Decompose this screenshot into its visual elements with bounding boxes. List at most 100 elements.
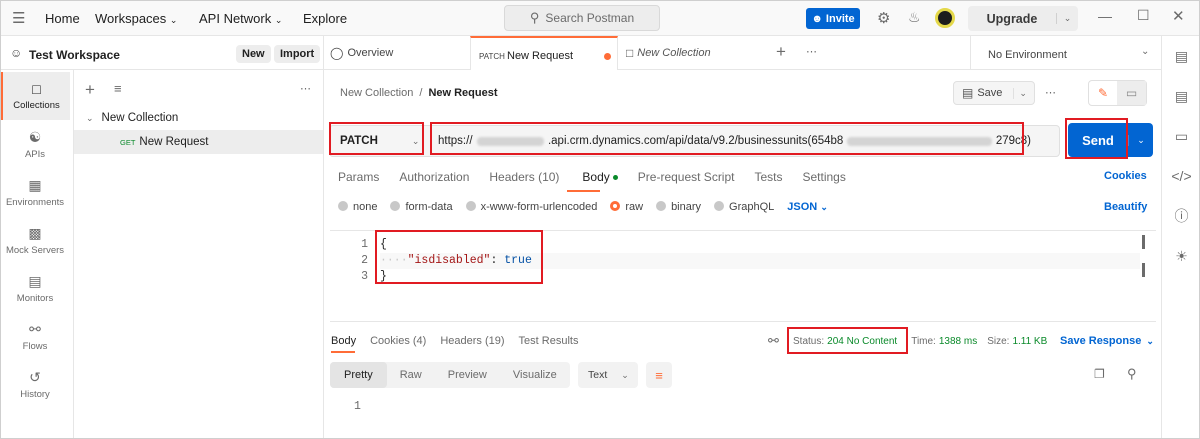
- view-toggle[interactable]: ✎ ▭: [1088, 80, 1147, 106]
- tab-params[interactable]: Params: [338, 170, 379, 184]
- add-tab-icon[interactable]: +: [776, 42, 786, 62]
- size-value[interactable]: 1.11 KB: [1012, 336, 1047, 347]
- view-mode-visualize[interactable]: Visualize: [500, 369, 570, 381]
- code-icon[interactable]: </>: [1162, 156, 1200, 196]
- nav-home[interactable]: Home: [45, 11, 80, 26]
- environment-select[interactable]: No Environment ⌄: [970, 36, 1161, 70]
- save-response-button[interactable]: Save Response ⌄: [1060, 335, 1154, 347]
- sidebar-item-collections[interactable]: □ Collections: [0, 72, 70, 120]
- tree-collection-item[interactable]: ⌄ New Collection: [86, 112, 178, 124]
- tab-settings[interactable]: Settings: [803, 170, 846, 184]
- text-format-select[interactable]: Text ⌄: [578, 362, 638, 388]
- copy-icon[interactable]: ❐: [1094, 367, 1105, 381]
- network-globe-icon[interactable]: ⚯: [768, 333, 779, 349]
- body-mode-none[interactable]: none: [338, 201, 377, 213]
- request-tabs: Params Authorization Headers (10) Body P…: [338, 170, 846, 184]
- response-tabs: Body Cookies (4) Headers (19) Test Resul…: [331, 335, 578, 347]
- body-mode-urlencoded[interactable]: x-www-form-urlencoded: [465, 201, 597, 213]
- nav-explore[interactable]: Explore: [303, 11, 347, 26]
- wrap-lines-icon[interactable]: ≡: [646, 362, 672, 388]
- import-button[interactable]: Import: [274, 45, 321, 63]
- view-mode-raw[interactable]: Raw: [387, 369, 435, 381]
- annotation-box-method: [329, 122, 424, 155]
- sidebar-item-label: Collections: [13, 100, 60, 111]
- add-collection-icon[interactable]: +: [85, 80, 95, 100]
- beautify-link[interactable]: Beautify: [1104, 201, 1147, 213]
- annotation-box-status: [787, 327, 908, 354]
- tab-authorization[interactable]: Authorization: [399, 170, 469, 184]
- notification-bell-icon[interactable]: ♨: [908, 9, 921, 26]
- more-options-icon[interactable]: ⋯: [1045, 86, 1056, 99]
- breadcrumb-request[interactable]: New Request: [428, 87, 497, 99]
- workspace-name[interactable]: Test Workspace: [29, 48, 120, 62]
- chevron-down-icon[interactable]: ⌄: [1056, 13, 1078, 24]
- filter-icon[interactable]: ≡: [114, 81, 122, 96]
- apis-icon: ☯: [28, 128, 42, 145]
- view-mode-pretty[interactable]: Pretty: [330, 362, 387, 388]
- body-mode-form-data[interactable]: form-data: [390, 201, 453, 213]
- body-mode-raw[interactable]: raw: [610, 201, 643, 213]
- comment-icon[interactable]: ▭: [1117, 81, 1146, 105]
- more-tabs-icon[interactable]: ⋯: [806, 45, 818, 58]
- save-button[interactable]: ▤ Save ⌄: [953, 81, 1035, 105]
- scrollbar-thumb[interactable]: [1142, 235, 1145, 249]
- scrollbar-thumb[interactable]: [1142, 263, 1145, 277]
- invite-button[interactable]: ☻ Invite: [806, 8, 860, 29]
- nav-api-network-label: API Network: [199, 11, 272, 26]
- sidebar-item-flows[interactable]: ⚯ Flows: [0, 312, 70, 360]
- tab-new-collection[interactable]: □ New Collection: [626, 46, 711, 60]
- response-tab-body[interactable]: Body: [331, 335, 356, 347]
- breadcrumb-collection[interactable]: New Collection: [340, 87, 413, 99]
- response-tab-test-results[interactable]: Test Results: [519, 335, 579, 347]
- tab-new-request[interactable]: PATCH New Request: [470, 36, 618, 70]
- response-tab-headers[interactable]: Headers (19): [440, 335, 504, 347]
- chevron-down-icon: ⌄: [820, 202, 828, 212]
- maximize-icon[interactable]: ☐: [1137, 7, 1150, 24]
- filter-input[interactable]: [132, 78, 292, 100]
- time-value[interactable]: 1388 ms: [939, 336, 977, 347]
- api-doc-icon[interactable]: ▤: [1162, 36, 1200, 76]
- body-format-select[interactable]: JSON ⌄: [787, 201, 828, 213]
- tab-headers[interactable]: Headers (10): [489, 170, 559, 184]
- more-options-icon[interactable]: ⋯: [300, 82, 311, 95]
- avatar[interactable]: [935, 8, 955, 28]
- info-icon[interactable]: ⓘ: [1162, 196, 1200, 236]
- settings-gear-icon[interactable]: ⚙: [877, 9, 890, 27]
- search-icon[interactable]: ⚲: [1127, 366, 1137, 382]
- cookies-link[interactable]: Cookies: [1104, 170, 1147, 182]
- sidebar-item-apis[interactable]: ☯ APIs: [0, 120, 70, 168]
- tab-overview[interactable]: ◯ Overview: [330, 46, 393, 60]
- body-mode-graphql[interactable]: GraphQL: [714, 201, 774, 213]
- workspace-header: ☺ Test Workspace New Import: [0, 36, 324, 70]
- close-icon[interactable]: ✕: [1172, 7, 1185, 25]
- sidebar-item-mock-servers[interactable]: ▩ Mock Servers: [0, 216, 70, 264]
- tab-pre-request-script[interactable]: Pre-request Script: [638, 170, 735, 184]
- sidebar-item-label: APIs: [24, 148, 46, 160]
- tab-body[interactable]: Body: [582, 170, 609, 184]
- view-mode-preview[interactable]: Preview: [435, 369, 500, 381]
- menu-icon[interactable]: ☰: [12, 9, 25, 27]
- tree-request-item[interactable]: GET New Request: [74, 130, 323, 154]
- unsaved-dot-icon[interactable]: [604, 53, 611, 60]
- documentation-icon[interactable]: ▤: [1162, 76, 1200, 116]
- sidebar-item-environments[interactable]: ▦ Environments: [0, 168, 70, 216]
- edit-pencil-icon[interactable]: ✎: [1089, 86, 1117, 100]
- sidebar-item-monitors[interactable]: ▤ Monitors: [0, 264, 70, 312]
- nav-api-network[interactable]: API Network ⌄: [199, 11, 282, 26]
- radio-icon: [338, 201, 348, 211]
- search-box[interactable]: ⚲ Search Postman: [504, 5, 660, 31]
- body-mode-binary[interactable]: binary: [656, 201, 701, 213]
- new-button[interactable]: New: [236, 45, 271, 63]
- chevron-down-icon[interactable]: ⌄: [1128, 134, 1153, 146]
- response-tab-cookies[interactable]: Cookies (4): [370, 335, 426, 347]
- upgrade-button[interactable]: Upgrade ⌄: [968, 6, 1078, 31]
- sidebar-item-history[interactable]: ↺ History: [0, 360, 70, 408]
- bulb-icon[interactable]: ☀: [1162, 236, 1200, 276]
- sidebar-item-label: History: [20, 388, 50, 400]
- tab-tests[interactable]: Tests: [754, 170, 782, 184]
- nav-workspaces[interactable]: Workspaces ⌄: [95, 11, 177, 26]
- collections-tree: + ≡ ⋯ ⌄ New Collection GET New Request: [74, 70, 324, 439]
- comments-icon[interactable]: ▭: [1162, 116, 1200, 156]
- minimize-icon[interactable]: —: [1098, 8, 1112, 24]
- environments-icon: ▦: [28, 176, 42, 193]
